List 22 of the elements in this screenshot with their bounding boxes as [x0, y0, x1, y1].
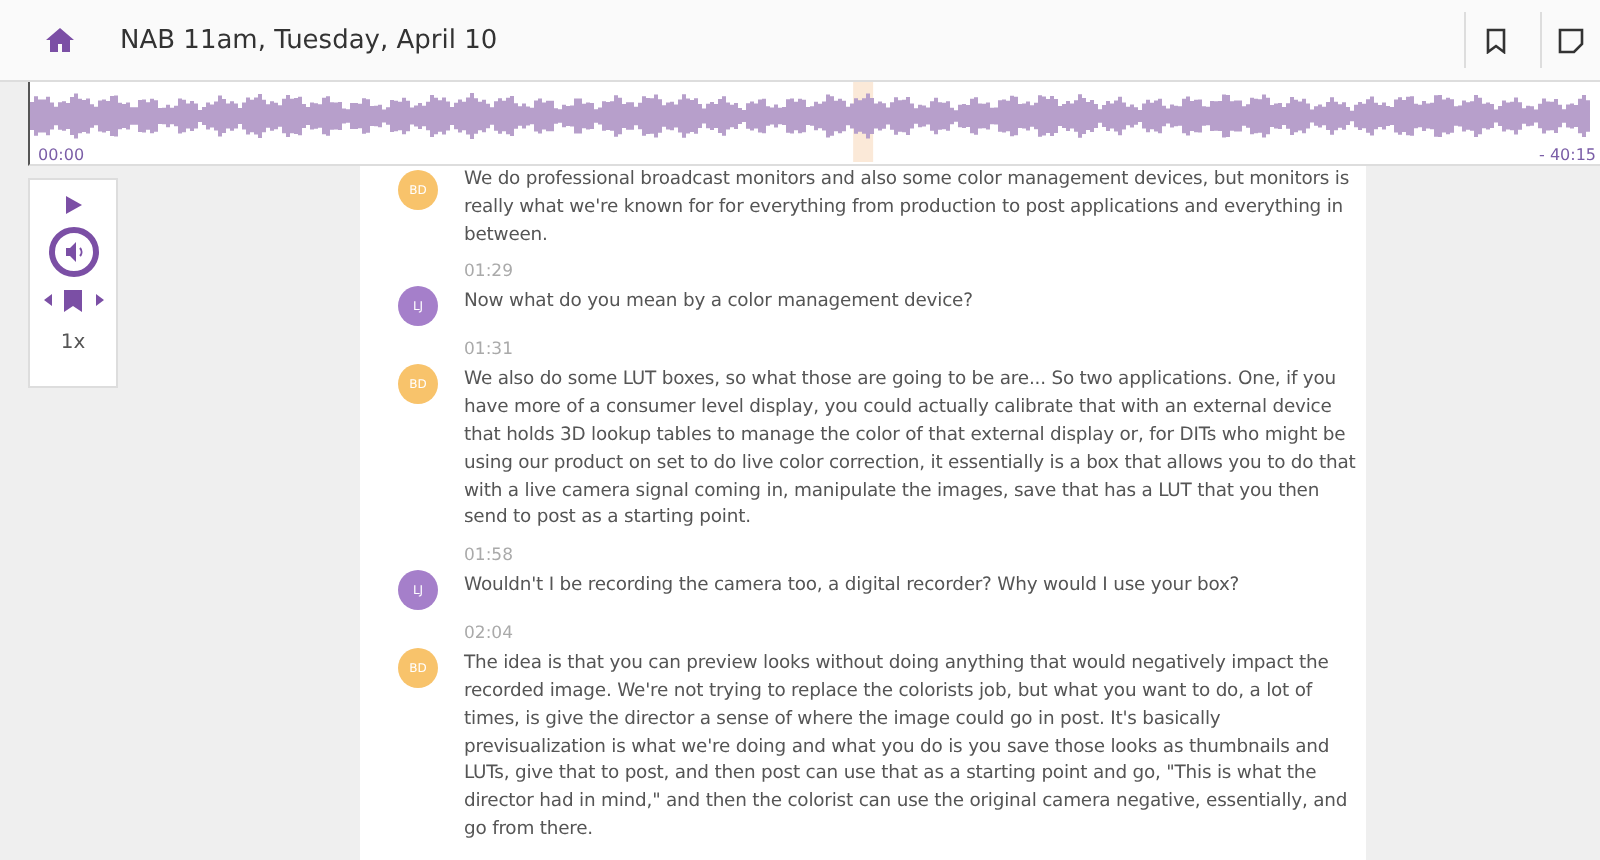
timestamp: 01:58	[464, 546, 515, 569]
window-title: NAB 11am, Tuesday, April 10	[120, 25, 500, 55]
transcript-text: The idea is that you can preview looks without doing anything that would negatively impact the recorded image. We're not trying to replace the colorists job, but what you want to do, a lot of times, is give the director a sense of where the image could go in post. It's basically previsualization is what we're doing and what you do is you save those looks as thumbnails and LUTs, give that to post, and then post can use that as a starting point and go, "This is what the director had in mind," and then the colorist can use the original camera negative, essentially, and go from there.	[464, 650, 1350, 844]
bookmark-navigation[interactable]	[43, 290, 103, 312]
bookmark-nav-icon	[43, 290, 103, 312]
transcript-text: Wouldn't I be recording the camera too, a digital recorder? Why would I use your box?	[464, 572, 1242, 600]
home-icon	[46, 28, 74, 52]
timestamp: 01:31	[464, 340, 515, 363]
play-icon	[65, 196, 81, 214]
transcript-text: We also do some LUT boxes, so what those are going to be are... So two applications. One, if you have more of a consumer level display, you could actually calibrate that with an external device that holds 3D lookup tables to manage the color of that external display or, for DITs who might be using our product on set to do live color correction, it essentially is a box that allows you to do that with a live camera signal coming in, manipulate the images, save that has a LUT that you then send to post as a starting point.	[464, 366, 1358, 533]
bookmark-icon	[1485, 27, 1505, 53]
volume-icon	[47, 226, 99, 278]
transcript-text: We do professional broadcast monitors and also some color management devices, but monitors is really what we're known for for everything from production to post applications and everything in between.	[464, 166, 1352, 249]
start-time: 00:00	[34, 146, 89, 164]
transcript-text: Now what do you mean by a color management device?	[464, 288, 975, 317]
end-time: - 40:15	[1535, 146, 1600, 164]
play-button[interactable]	[65, 196, 81, 214]
volume-button[interactable]	[47, 226, 99, 278]
timestamp: 01:29	[464, 262, 515, 285]
note-icon	[1558, 27, 1584, 53]
timestamp: 02:04	[464, 624, 515, 647]
speed-button[interactable]: 1x	[60, 332, 86, 354]
